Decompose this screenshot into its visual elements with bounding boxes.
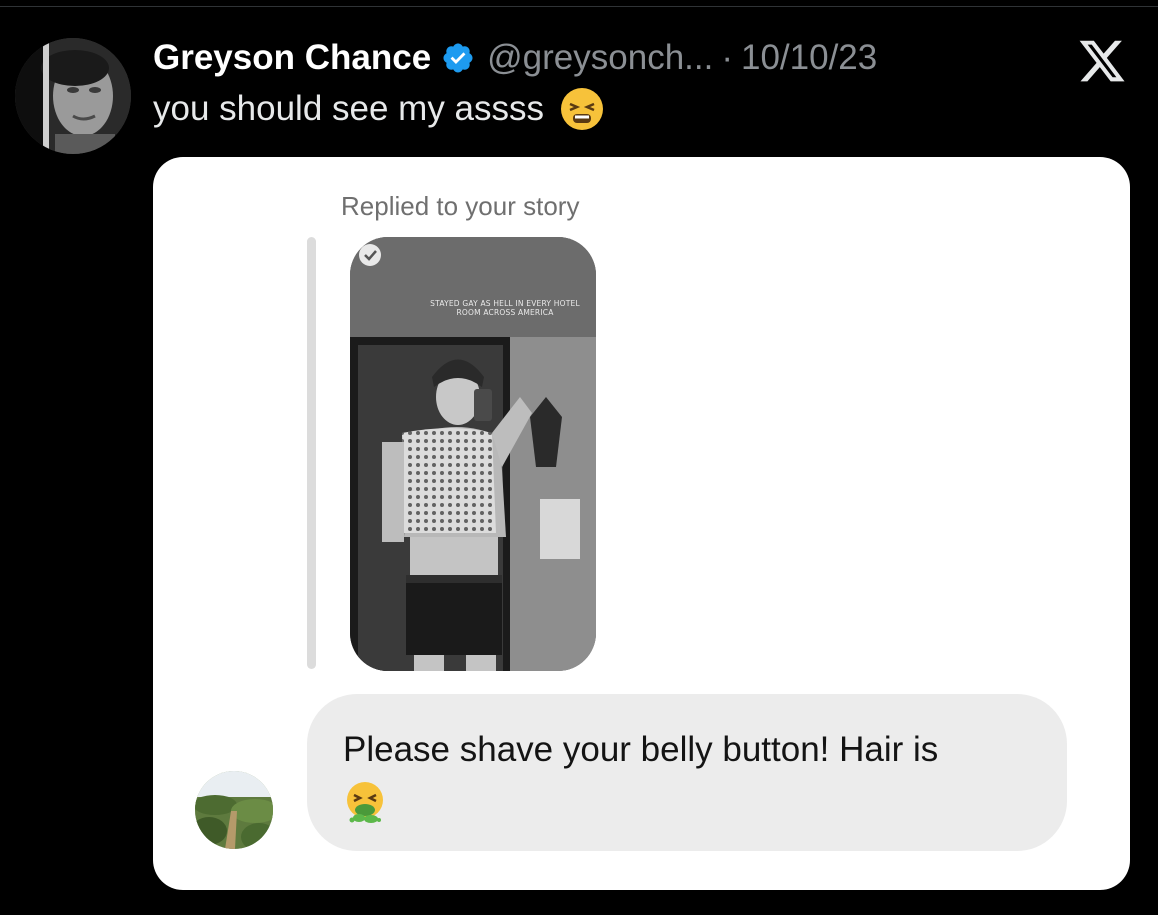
message-text: Please shave your belly button! Hair is xyxy=(343,730,939,769)
message-bubble[interactable]: Please shave your belly button! Hair is xyxy=(307,694,1067,851)
author-handle[interactable]: @greysonch... xyxy=(487,38,713,78)
verified-badge-icon xyxy=(443,43,473,73)
tweet-text: you should see my assss xyxy=(153,86,604,132)
tweet-date[interactable]: 10/10/23 xyxy=(741,38,877,78)
author-avatar[interactable] xyxy=(15,38,131,154)
tired-face-emoji-icon xyxy=(561,88,604,130)
reply-indicator-bar xyxy=(307,237,316,669)
tweet-text-content: you should see my assss xyxy=(153,89,545,128)
tweet-header: Greyson Chance @greysonch... · 10/10/23 xyxy=(153,36,877,80)
top-divider xyxy=(0,6,1158,7)
separator-dot: · xyxy=(721,38,733,77)
dm-screenshot-card[interactable]: Replied to your story STAYED GAY AS HELL… xyxy=(153,157,1130,890)
sender-avatar[interactable] xyxy=(195,771,273,849)
story-caption: STAYED GAY AS HELL IN EVERY HOTEL ROOM A… xyxy=(430,299,580,317)
x-logo-icon[interactable] xyxy=(1077,36,1127,86)
story-verified-mark xyxy=(359,244,381,266)
story-thumbnail[interactable]: STAYED GAY AS HELL IN EVERY HOTEL ROOM A… xyxy=(350,237,596,671)
author-name[interactable]: Greyson Chance xyxy=(153,38,431,78)
vomiting-face-emoji-icon xyxy=(347,782,383,823)
replied-to-story-label: Replied to your story xyxy=(341,191,580,221)
